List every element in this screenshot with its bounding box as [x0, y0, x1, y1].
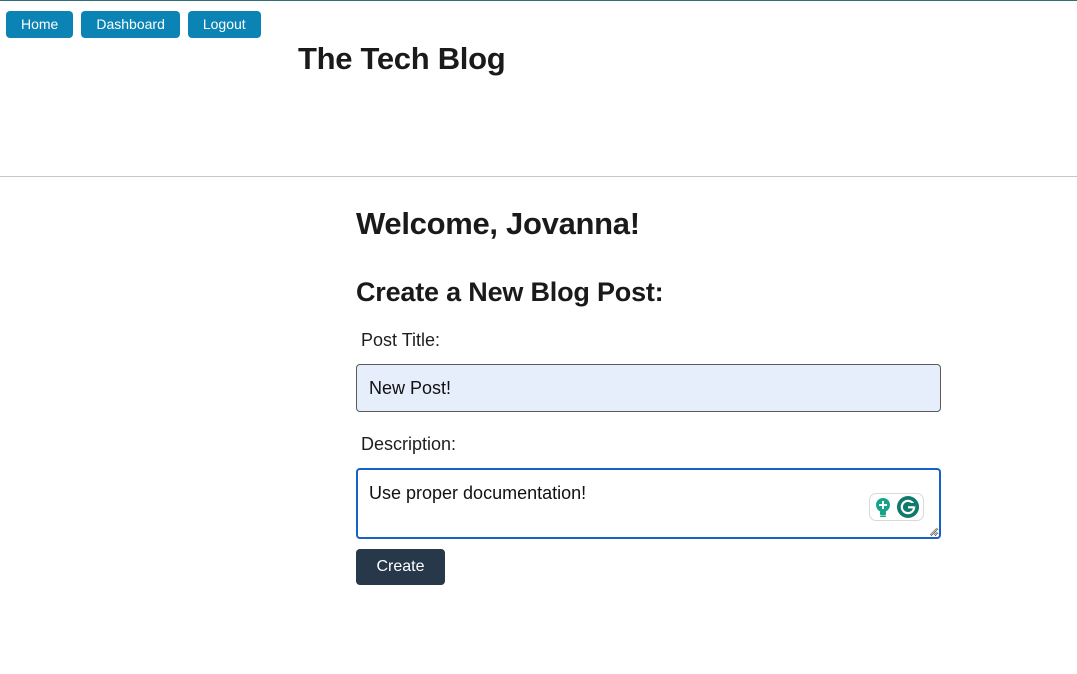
- description-label: Description:: [361, 434, 457, 454]
- post-title-input[interactable]: [356, 364, 941, 412]
- home-button[interactable]: Home: [6, 11, 74, 38]
- header-divider: [0, 176, 1077, 177]
- post-title-label: Post Title:: [361, 330, 441, 350]
- dashboard-button[interactable]: Dashboard: [81, 11, 180, 38]
- top-nav: Home Dashboard Logout: [6, 11, 261, 38]
- resize-grip-icon[interactable]: [929, 527, 938, 536]
- form-heading: Create a New Blog Post:: [356, 277, 664, 307]
- lightbulb-icon[interactable]: [873, 496, 893, 518]
- top-border: [0, 0, 1077, 1]
- grammarly-widget[interactable]: [869, 493, 924, 521]
- logout-button[interactable]: Logout: [187, 11, 261, 38]
- welcome-heading: Welcome, Jovanna!: [356, 206, 640, 241]
- description-textarea[interactable]: Use proper documentation!: [356, 468, 941, 539]
- grammarly-icon[interactable]: [896, 495, 920, 519]
- create-button[interactable]: Create: [356, 549, 445, 585]
- site-title: The Tech Blog: [298, 41, 506, 76]
